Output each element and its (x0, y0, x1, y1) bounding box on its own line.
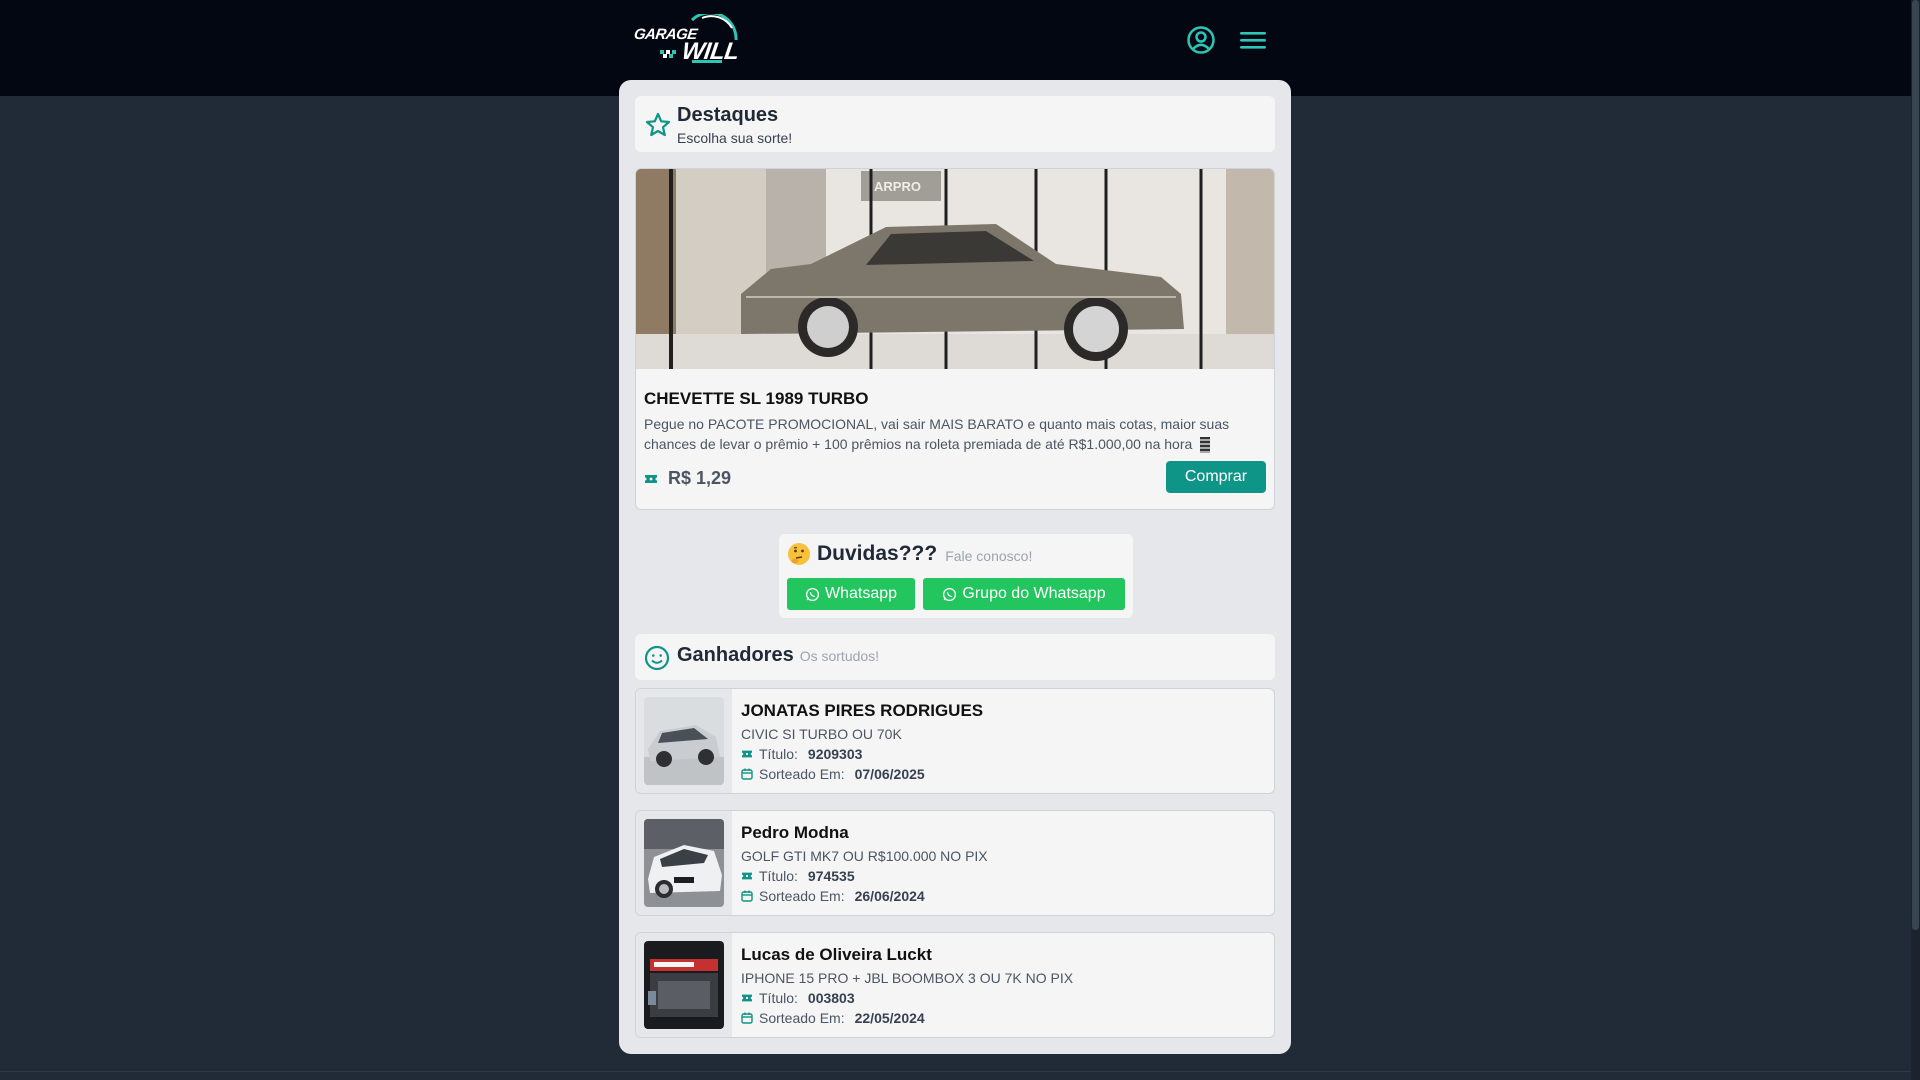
winner-card[interactable]: Lucas de Oliveira Luckt IPHONE 15 PRO + … (635, 932, 1275, 1038)
image-watermark: ARPRO (874, 179, 921, 194)
ganhadores-heading: Ganhadores Os sortudos! (677, 644, 879, 667)
ticket-icon (645, 474, 657, 483)
winner-name: Lucas de Oliveira Luckt (741, 945, 932, 964)
logo-text-will: WILL (680, 38, 741, 65)
sorteado-label: Sorteado Em: (759, 1010, 845, 1026)
winner-titulo-row: Título: 974535 (741, 868, 855, 884)
sorteado-value: 07/06/2025 (854, 766, 925, 782)
calendar-icon (741, 1012, 753, 1024)
sorteado-value: 26/06/2024 (854, 888, 925, 904)
winner-photo (644, 819, 724, 907)
ganhadores-title: Ganhadores (677, 644, 794, 666)
winner-prize: IPHONE 15 PRO + JBL BOOMBOX 3 OU 7K NO P… (741, 970, 1074, 986)
destaques-subtitle: Escolha sua sorte! (677, 130, 793, 146)
smile-icon (644, 645, 670, 671)
ganhadores-subtitle: Os sortudos! (799, 648, 880, 664)
sorteado-label: Sorteado Em: (759, 888, 845, 904)
user-circle-icon[interactable] (1186, 25, 1216, 55)
duvidas-heading: Duvidas??? Fale conosco! (787, 542, 1032, 566)
footer-divider (0, 1071, 1911, 1072)
titulo-label: Título: (759, 746, 798, 762)
whatsapp-button-label: Whatsapp (824, 585, 898, 602)
sorteado-value: 22/05/2024 (854, 1010, 925, 1026)
winner-date-row: Sorteado Em: 07/06/2025 (741, 766, 925, 782)
titulo-label: Título: (759, 868, 798, 884)
ganhadores-header: Ganhadores Os sortudos! (635, 634, 1275, 680)
calendar-icon (741, 768, 753, 780)
titulo-value: 974535 (807, 868, 855, 884)
garage-will-logo[interactable]: GARAGE WILL (632, 11, 741, 65)
duvidas-box: Duvidas??? Fale conosco! Whatsapp Grupo … (779, 534, 1133, 618)
star-icon (645, 112, 671, 137)
ticket-icon (742, 872, 752, 880)
hamburger-menu-icon[interactable] (1237, 25, 1269, 55)
sorteado-label: Sorteado Em: (759, 766, 845, 782)
winner-titulo-row: Título: 003803 (741, 990, 855, 1006)
titulo-value: 003803 (807, 990, 855, 1006)
winner-date-row: Sorteado Em: 26/06/2024 (741, 888, 925, 904)
car-photo-illustration: ARPRO (636, 169, 1274, 369)
featured-price: R$ 1,29 (644, 468, 731, 489)
featured-title: CHEVETTE SL 1989 TURBO (644, 389, 869, 408)
winner-card[interactable]: JONATAS PIRES RODRIGUES CIVIC SI TURBO O… (635, 688, 1275, 794)
featured-description-text: Pegue no PACOTE PROMOCIONAL, vai sair MA… (644, 416, 1230, 452)
winner-prize: GOLF GTI MK7 OU R$100.000 NO PIX (741, 848, 988, 864)
clock-emoji-icon (1200, 437, 1211, 454)
price-value: R$ 1,29 (668, 468, 732, 488)
duvidas-subtitle: Fale conosco! (945, 548, 1033, 564)
featured-description: Pegue no PACOTE PROMOCIONAL, vai sair MA… (644, 414, 1254, 454)
whatsapp-group-button[interactable]: Grupo do Whatsapp (923, 578, 1125, 610)
winner-date-row: Sorteado Em: 22/05/2024 (741, 1010, 925, 1026)
scrollbar-thumb[interactable] (1912, 0, 1919, 930)
winner-card[interactable]: Pedro Modna GOLF GTI MK7 OU R$100.000 NO… (635, 810, 1275, 916)
main-content: Destaques Escolha sua sorte! ARPRO CHEVE… (619, 80, 1291, 1054)
winner-prize: CIVIC SI TURBO OU 70K (741, 726, 902, 742)
destaques-title: Destaques (677, 104, 779, 126)
whatsapp-button[interactable]: Whatsapp (787, 578, 915, 610)
ticket-icon (742, 750, 752, 758)
duvidas-title: Duvidas??? (817, 542, 938, 565)
calendar-icon (741, 890, 753, 902)
winner-photo (644, 941, 724, 1029)
featured-car-image[interactable]: ARPRO (636, 169, 1274, 369)
thinking-face-icon (788, 543, 810, 565)
winner-photo (644, 697, 724, 785)
buy-button[interactable]: Comprar (1166, 461, 1266, 493)
destaques-header: Destaques Escolha sua sorte! (635, 96, 1275, 152)
whatsapp-icon (805, 587, 820, 601)
winner-name: Pedro Modna (741, 823, 849, 842)
titulo-label: Título: (759, 990, 798, 1006)
winner-name: JONATAS PIRES RODRIGUES (741, 701, 984, 720)
ticket-icon (742, 994, 752, 1002)
whatsapp-icon (943, 587, 957, 601)
titulo-value: 9209303 (807, 746, 863, 762)
winner-titulo-row: Título: 9209303 (741, 746, 862, 762)
whatsapp-group-label: Grupo do Whatsapp (962, 585, 1106, 602)
featured-raffle-card[interactable]: ARPRO CHEVETTE SL 1989 TURBO Pegue no PA… (635, 168, 1275, 510)
